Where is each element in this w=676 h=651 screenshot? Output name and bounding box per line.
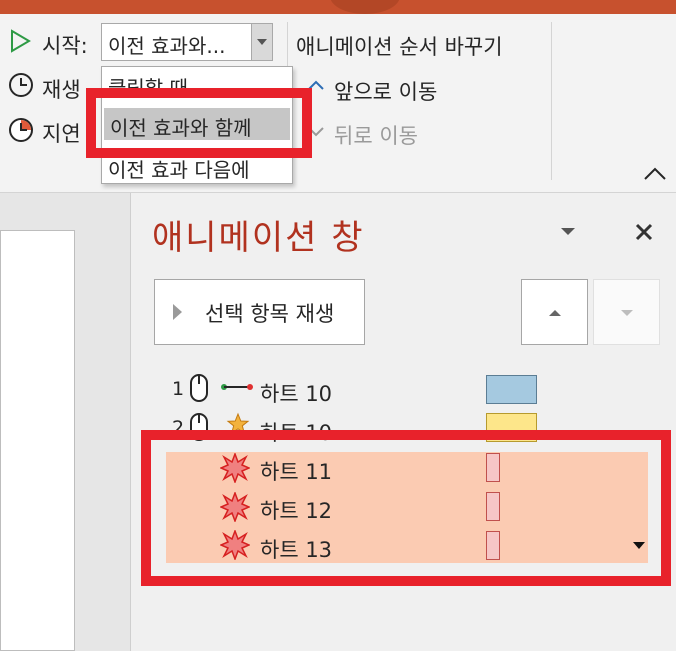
delay-clock-icon	[9, 118, 33, 142]
play-icon	[173, 304, 182, 320]
ribbon-separator	[551, 22, 552, 180]
start-dropdown-button[interactable]	[251, 24, 272, 60]
chevron-down-icon	[257, 39, 267, 45]
triangle-up-icon	[549, 310, 561, 316]
slide-thumbnail[interactable]	[0, 230, 75, 651]
reorder-title: 애니메이션 순서 바꾸기	[296, 35, 503, 59]
highlight-box-rows	[141, 430, 671, 586]
title-bar-decoration	[330, 0, 400, 14]
start-label: 시작:	[42, 34, 88, 58]
move-later-button[interactable]: 뒤로 이동	[334, 120, 418, 150]
mouse-icon	[190, 374, 208, 402]
delay-label: 지연	[42, 122, 81, 146]
motion-path-icon	[221, 384, 253, 390]
item-name[interactable]: 하트 10	[260, 378, 332, 408]
pane-options-icon[interactable]	[558, 225, 578, 237]
close-icon[interactable]	[633, 221, 655, 243]
move-up-button[interactable]	[521, 279, 588, 345]
item-number: 1	[172, 378, 185, 400]
highlight-box-option	[86, 88, 312, 158]
duration-label: 재생	[42, 78, 81, 102]
move-down-button[interactable]	[593, 279, 660, 345]
timeline-bar[interactable]	[486, 375, 537, 404]
start-dropdown-value: 이전 효과와...	[108, 34, 226, 58]
move-earlier-button[interactable]: 앞으로 이동	[334, 76, 437, 106]
option-after-previous[interactable]: 이전 효과 다음에	[108, 154, 250, 183]
clock-icon	[9, 73, 33, 97]
collapse-ribbon-icon[interactable]	[642, 166, 668, 182]
triangle-down-icon	[621, 310, 633, 316]
play-selected-label: 선택 항목 재생	[205, 302, 335, 326]
pane-title: 애니메이션 창	[152, 218, 365, 258]
start-dropdown[interactable]: 이전 효과와...	[101, 23, 273, 61]
play-selected-button[interactable]: 선택 항목 재생	[154, 279, 365, 345]
start-play-icon	[11, 29, 31, 53]
title-bar	[0, 0, 676, 14]
